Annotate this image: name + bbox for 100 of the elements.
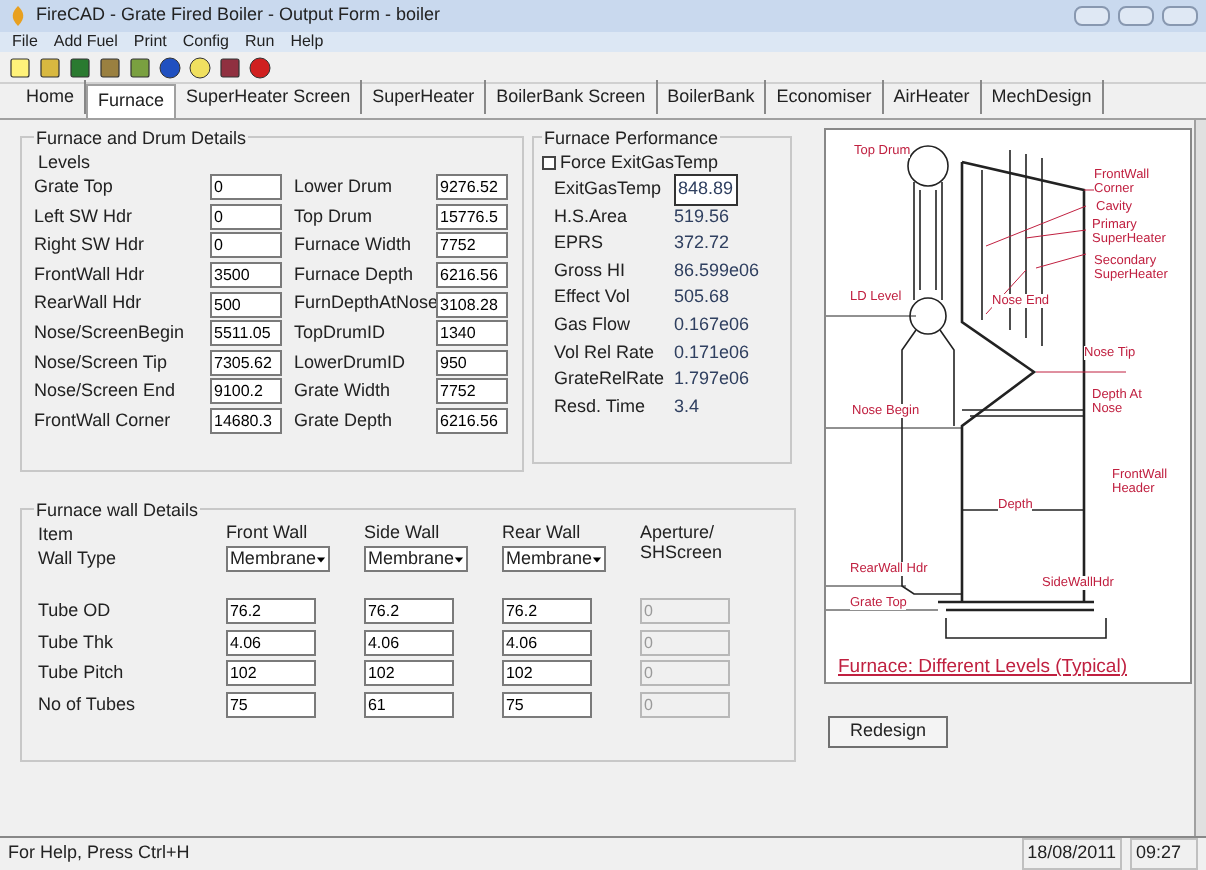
metric-value: 3.4: [674, 393, 700, 420]
field-label: Nose/Screen End: [34, 378, 178, 405]
diagram-caption: Furnace: Different Levels (Typical): [838, 654, 1127, 682]
value-field[interactable]: 4.06: [501, 629, 592, 655]
metric-value: 372.72: [674, 230, 730, 257]
menu-item[interactable]: File: [12, 32, 38, 52]
field-label: Left SW Hdr: [34, 203, 135, 230]
metric-value: 1.797e06: [674, 366, 750, 393]
status-time: 09:27: [1130, 838, 1198, 870]
value-field[interactable]: 102: [225, 660, 316, 686]
window-title: FireCAD - Grate Fired Boiler - Output Form - boiler: [36, 2, 443, 29]
tab[interactable]: Furnace: [86, 84, 177, 118]
metric-value: 0.167e06: [674, 312, 750, 339]
column-header: Aperture/ SHScreen: [639, 522, 725, 562]
tab[interactable]: SuperHeater: [362, 80, 487, 114]
field-label: Nose/ScreenBegin: [34, 320, 187, 347]
tab[interactable]: AirHeater: [883, 80, 982, 114]
value-field[interactable]: 76.2: [225, 598, 316, 624]
tab[interactable]: MechDesign: [981, 80, 1104, 114]
value-field[interactable]: 75: [501, 691, 592, 717]
value-field[interactable]: 3108.28: [436, 291, 508, 318]
wall-type-dropdown[interactable]: Membrane: [501, 546, 606, 572]
value-field[interactable]: 3500: [210, 262, 282, 289]
metric-value: 0.171e06: [674, 339, 750, 366]
value-field[interactable]: 500: [210, 291, 282, 318]
value-field[interactable]: 6216.56: [436, 262, 508, 289]
value-field[interactable]: 5511.05: [210, 320, 282, 347]
value-field[interactable]: 950: [436, 349, 508, 376]
scrollbar[interactable]: [1194, 120, 1206, 836]
value-field[interactable]: 4.06: [363, 629, 454, 655]
field-label: LowerDrumID: [294, 349, 408, 376]
field-label: FurnDepthAtNose: [294, 290, 436, 317]
field-label: Grate Top: [34, 174, 115, 201]
metric-value: 519.56: [674, 203, 730, 230]
redesign-button[interactable]: Redesign: [828, 716, 948, 748]
metric-label: ExitGasTemp: [554, 176, 664, 203]
value-field[interactable]: 9276.52: [436, 174, 508, 201]
value-field[interactable]: 6216.56: [436, 408, 508, 435]
value-field[interactable]: 14680.3: [210, 408, 282, 435]
column-header: Front Wall: [225, 522, 310, 542]
menu-item[interactable]: Add Fuel: [53, 32, 118, 52]
value-field[interactable]: 75: [225, 691, 316, 717]
value-field[interactable]: 9100.2: [210, 378, 282, 405]
metric-value: 505.68: [674, 284, 730, 311]
value-field[interactable]: 76.2: [501, 598, 592, 624]
field-label: FrontWall Corner: [34, 407, 173, 434]
tab[interactable]: SuperHeater Screen: [176, 80, 363, 114]
field-label: Furnace Width: [294, 232, 414, 259]
metric-label: GrateRelRate: [554, 366, 667, 393]
value-field[interactable]: 1340: [436, 320, 508, 347]
row-label: Tube Pitch: [38, 660, 126, 686]
field-label: Right SW Hdr: [34, 232, 147, 259]
value-field[interactable]: 4.06: [225, 629, 316, 655]
dropdown-caret-icon: [453, 553, 464, 565]
row-label: No of Tubes: [38, 691, 138, 717]
value-field[interactable]: 0: [210, 174, 282, 201]
value-field[interactable]: 76.2: [363, 598, 454, 624]
tab[interactable]: Economiser: [766, 80, 884, 114]
menu-item[interactable]: Help: [290, 32, 324, 52]
menu-item[interactable]: Run: [245, 32, 275, 52]
value-field[interactable]: 15776.5: [436, 203, 508, 230]
metric-label: Gas Flow: [554, 312, 633, 339]
checkbox[interactable]: [542, 156, 556, 170]
dropdown-caret-icon: [592, 553, 602, 565]
field-label: TopDrumID: [294, 320, 388, 347]
value-field[interactable]: 0: [210, 203, 282, 230]
value-field[interactable]: 61: [363, 691, 454, 717]
value-field[interactable]: 102: [501, 660, 592, 686]
column-header: Side Wall: [363, 522, 442, 542]
value-field[interactable]: 7752: [436, 232, 508, 259]
metric-label: Gross HI: [554, 257, 628, 284]
metric-value: 86.599e06: [674, 257, 760, 284]
tab[interactable]: BoilerBank Screen: [486, 80, 658, 114]
value-field[interactable]: 848.89: [674, 174, 738, 206]
row-label: Tube Thk: [38, 629, 116, 655]
value-field[interactable]: 7305.62: [210, 349, 282, 376]
wall-type-dropdown[interactable]: Membrane: [225, 546, 330, 572]
column-header: Item: [38, 522, 76, 546]
status-date: 18/08/2011: [1021, 838, 1122, 870]
row-label: Tube OD: [38, 598, 113, 624]
field-label: Nose/Screen Tip: [34, 349, 170, 376]
metric-label: Vol Rel Rate: [554, 339, 657, 366]
wall-type-dropdown[interactable]: Membrane: [363, 546, 468, 572]
levels-label: Levels: [38, 150, 93, 174]
field-label: Top Drum: [294, 203, 375, 230]
status-text: For Help, Press Ctrl+H: [8, 840, 192, 867]
metric-label: Resd. Time: [554, 393, 648, 420]
value-field[interactable]: 7752: [436, 378, 508, 405]
value-field[interactable]: 102: [363, 660, 454, 686]
metric-label: EPRS: [554, 230, 606, 257]
metric-label: H.S.Area: [554, 203, 630, 230]
field-label: RearWall Hdr: [34, 290, 144, 317]
tab[interactable]: BoilerBank: [657, 80, 767, 114]
field-label: FrontWall Hdr: [34, 261, 147, 288]
menu-item[interactable]: Print: [133, 32, 167, 52]
column-header: Rear Wall: [501, 522, 583, 542]
menu-item[interactable]: Config: [182, 32, 229, 52]
field-label: Lower Drum: [294, 174, 395, 201]
value-field[interactable]: 0: [210, 232, 282, 259]
field-label: Grate Depth: [294, 407, 395, 434]
